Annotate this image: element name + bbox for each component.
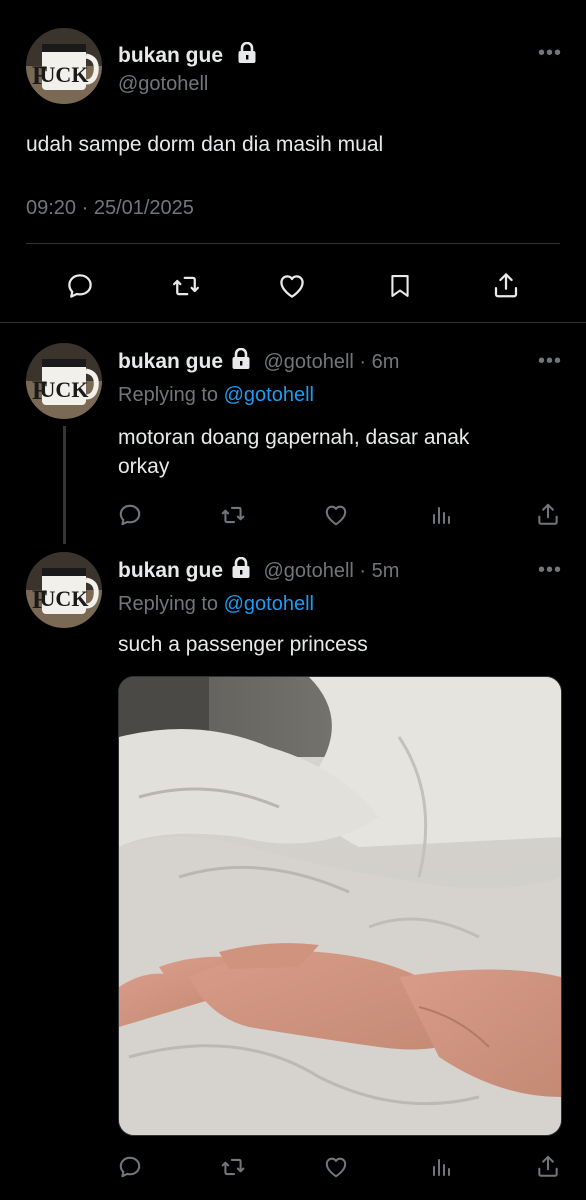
lock-icon [237,41,257,70]
reply-header: bukan gue @gotohell · 6m [118,347,399,375]
lock-icon [231,556,251,584]
svg-text:F: F [32,376,48,405]
replying-to: Replying to @gotohell [118,593,314,616]
replying-to: Replying to @gotohell [118,384,314,407]
bookmark-icon[interactable] [383,268,417,304]
views-icon[interactable] [426,500,456,530]
retweet-icon[interactable] [166,268,206,304]
lock-icon [231,347,251,375]
handle-time[interactable]: @gotohell · 5m [263,560,399,582]
divider [0,322,586,323]
display-name[interactable]: bukan gue [118,559,223,582]
reply-icon[interactable] [114,500,146,530]
replying-to-label: Replying to [118,384,219,406]
avatar[interactable]: UCK F [26,28,102,104]
like-icon[interactable] [274,268,310,304]
divider [26,243,560,244]
svg-text:F: F [32,585,48,614]
share-icon[interactable] [488,266,524,304]
like-icon[interactable] [320,1152,352,1182]
display-name[interactable]: bukan gue [118,350,223,373]
tweet-text-line: orkay [118,455,170,478]
more-icon[interactable]: ••• [538,559,562,582]
tweet-text: such a passenger princess [118,633,368,656]
avatar[interactable]: UCK F [26,552,102,628]
tweet-timestamp[interactable]: 09:20 · 25/01/2025 [26,197,194,220]
mention-link[interactable]: @gotohell [224,384,314,406]
thread-line [63,426,66,544]
tweet-text-line: motoran doang gapernah, dasar anak [118,426,470,449]
mention-link[interactable]: @gotohell [224,593,314,615]
avatar[interactable]: UCK F [26,343,102,419]
reply-icon[interactable] [62,268,98,304]
handle-time[interactable]: @gotohell · 6m [263,351,399,373]
reply-header: bukan gue @gotohell · 5m [118,556,399,584]
user-handle[interactable]: @gotohell [118,73,208,96]
share-icon[interactable] [532,498,564,530]
retweet-icon[interactable] [216,500,250,530]
share-icon[interactable] [532,1150,564,1182]
replying-to-label: Replying to [118,593,219,615]
more-icon[interactable]: ••• [538,42,562,65]
more-icon[interactable]: ••• [538,350,562,373]
attached-photo[interactable] [118,676,562,1136]
tweet-text: udah sampe dorm dan dia masih mual [26,133,384,156]
svg-text:F: F [32,61,48,90]
reply-icon[interactable] [114,1152,146,1182]
like-icon[interactable] [320,500,352,530]
tweet-text: motoran doang gapernah, dasar anak orkay [118,423,469,481]
display-name[interactable]: bukan gue [118,41,257,70]
views-icon[interactable] [426,1152,456,1182]
retweet-icon[interactable] [216,1152,250,1182]
